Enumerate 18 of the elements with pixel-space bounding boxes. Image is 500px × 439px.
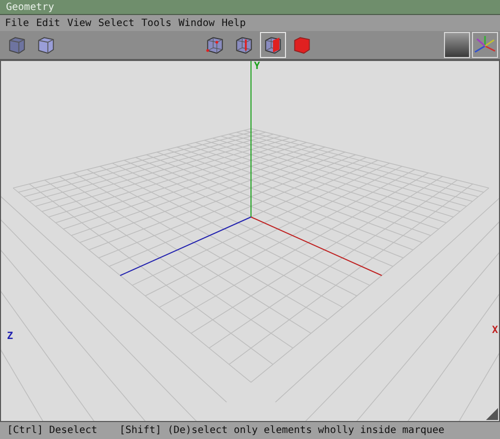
- axis-label: X: [492, 325, 498, 336]
- menu-item[interactable]: Edit: [33, 18, 64, 28]
- menu-item[interactable]: View: [64, 18, 94, 28]
- window-title: Geometry: [6, 2, 54, 12]
- resize-grip-icon[interactable]: [486, 408, 498, 420]
- axis-label: Z: [7, 331, 14, 342]
- 3d-viewport[interactable]: Y Z X: [0, 61, 500, 422]
- axis-label: Y: [254, 61, 260, 72]
- selection-mode-button[interactable]: [260, 32, 286, 58]
- status-text: [Shift] (De)select only elements wholly inside marquee: [119, 425, 444, 436]
- menu-item[interactable]: Help: [218, 18, 249, 28]
- menu-item[interactable]: Window: [176, 18, 218, 28]
- gradient-background-icon[interactable]: [444, 32, 470, 58]
- menu-item[interactable]: File: [2, 18, 32, 28]
- menu-item[interactable]: Tools: [138, 18, 175, 28]
- axes-icon[interactable]: [472, 32, 498, 58]
- menu-item[interactable]: Select: [95, 18, 138, 28]
- status-text: [Ctrl] Deselect: [7, 425, 98, 436]
